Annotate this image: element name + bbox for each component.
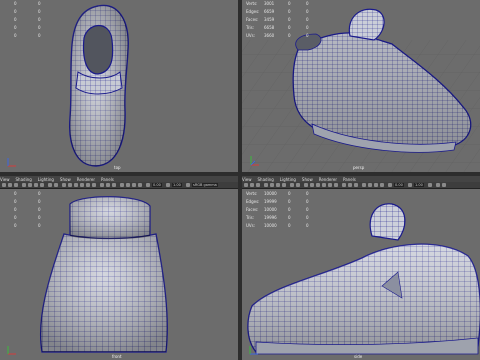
hud-stat-label: Faces:	[246, 207, 259, 212]
hud-stat-value: 0	[14, 215, 17, 220]
hud-stat-value: 0	[306, 1, 309, 6]
hud-stat-value: 3660	[264, 33, 275, 38]
hud-stat-label: UVs:	[246, 33, 256, 38]
hud-stat-value: 6658	[264, 25, 275, 30]
hud-stat-value: 0	[14, 33, 17, 38]
hud-stat-value: 10000	[264, 223, 277, 228]
hud-stat-value: 0	[288, 17, 291, 22]
camera-label-side: side	[354, 354, 363, 359]
hud-stat-label: Tris:	[246, 25, 255, 30]
hud-stat-value: 0	[38, 199, 41, 204]
hud-stat-value: 0	[38, 207, 41, 212]
axis-gizmo-icon	[7, 158, 16, 167]
hud-stat-value: 0	[14, 199, 17, 204]
pane-splitter-vertical[interactable]	[238, 0, 242, 360]
hud-stat-value: 3001	[264, 1, 275, 6]
hud-stat-value: 0	[306, 17, 309, 22]
hud-stat-value: 3459	[264, 17, 275, 22]
camera-label-front: front	[112, 354, 122, 359]
hud-stat-value: 0	[306, 215, 309, 220]
camera-label-top: top	[114, 165, 121, 170]
shoe-mesh-side	[247, 203, 480, 355]
hud-stat-value: 0	[14, 9, 17, 14]
hud-stat-label: Tris:	[246, 215, 255, 220]
hud-stat-value: 0	[14, 17, 17, 22]
hud-stat-value: 0	[14, 25, 17, 30]
viewport-front[interactable]: View Shading Lighting Show Renderer Panels 0.…	[0, 176, 238, 360]
hud-stat-value: 10000	[264, 191, 277, 196]
hud-stat-label: Edges:	[246, 9, 260, 14]
hud-stat-value: 0	[288, 9, 291, 14]
hud-stat-value: 0	[306, 25, 309, 30]
hud-stat-value: 0	[14, 1, 17, 6]
hud-stat-label: UVs:	[246, 223, 256, 228]
pane-splitter-horizontal[interactable]	[0, 172, 480, 176]
hud-stat-value: 0	[38, 191, 41, 196]
hud-stat-value: 0	[288, 215, 291, 220]
hud-stat-label: Edges:	[246, 199, 260, 204]
hud-stat-value: 19996	[264, 215, 277, 220]
camera-label-persp: persp	[353, 165, 365, 170]
hud-stat-value: 0	[288, 223, 291, 228]
axis-gizmo-icon	[7, 346, 16, 355]
hud-stat-value: 10000	[264, 207, 277, 212]
shoe-mesh-persp	[242, 8, 480, 172]
hud-stat-value: 0	[38, 223, 41, 228]
hud-stat-value: 0	[38, 33, 41, 38]
hud-stat-value: 0	[306, 33, 309, 38]
shoe-mesh-front	[39, 196, 168, 353]
hud-stat-value: 0	[288, 207, 291, 212]
hud-stat-value: 0	[14, 191, 17, 196]
hud-stat-value: 0	[306, 199, 309, 204]
axis-gizmo-icon	[250, 156, 259, 166]
hud-stat-label: Verts:	[246, 1, 258, 6]
hud-stat-value: 0	[288, 25, 291, 30]
hud-stat-value: 0	[14, 223, 17, 228]
viewport-side[interactable]: View Shading Lighting Show Renderer Panels 0.…	[242, 176, 480, 360]
hud-stat-label: Verts:	[246, 191, 258, 196]
hud-stat-value: 0	[38, 9, 41, 14]
hud-stat-value: 6659	[264, 9, 275, 14]
hud-stat-value: 0	[38, 215, 41, 220]
hud-stat-value: 0	[306, 223, 309, 228]
hud-stat-value: 0	[38, 17, 41, 22]
hud-stat-value: 0	[38, 25, 41, 30]
axis-gizmo-icon	[249, 346, 258, 355]
hud-stat-value: 0	[14, 207, 17, 212]
hud-stat-value: 19999	[264, 199, 277, 204]
hud-stat-value: 0	[38, 1, 41, 6]
hud-stat-value: 0	[288, 1, 291, 6]
hud-stat-value: 0	[288, 33, 291, 38]
viewport-top[interactable]: 0 0 0 0 0 0 0 0 0 0 top	[0, 0, 238, 172]
hud-stat-value: 0	[306, 191, 309, 196]
hud-stat-value: 0	[306, 207, 309, 212]
hud-stat-value: 0	[288, 191, 291, 196]
shoe-mesh-top	[69, 4, 129, 167]
hud-stat-value: 0	[306, 9, 309, 14]
viewport-persp[interactable]: Verts: 3001 0 0 Edges: 6659 0 0 Faces: 3459 0 0 Tris…	[242, 0, 480, 172]
hud-stat-label: Faces:	[246, 17, 259, 22]
hud-stat-value: 0	[288, 199, 291, 204]
